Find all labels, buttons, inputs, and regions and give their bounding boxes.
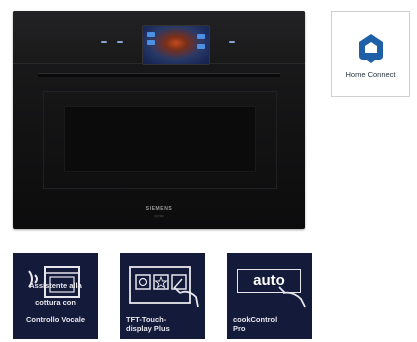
feature-caption: TFT-Touch- display Plus <box>126 315 170 333</box>
display-tile-icon <box>197 34 205 39</box>
oven-handle-gap <box>38 73 280 77</box>
feature-tile-tft-display: TFT-Touch- display Plus <box>120 253 205 339</box>
oven-door <box>43 91 277 189</box>
feature-tile-cookcontrol: auto cookControl Pro <box>227 253 312 339</box>
tft-touch-display-icon <box>129 266 199 308</box>
touch-indicator-icon <box>101 41 107 43</box>
feature-caption: Assistente alla cottura con Controllo Vo… <box>15 274 96 334</box>
home-connect-icon <box>359 34 383 63</box>
touch-indicator-icon <box>229 41 235 43</box>
feature-caption-line: cottura con <box>35 298 76 307</box>
oven-product-image: SIEMENS iQ700 <box>13 11 305 229</box>
feature-caption-line: Assistente alla <box>29 281 82 290</box>
cook-control-hand-icon <box>278 286 306 308</box>
display-tile-icon <box>197 44 205 49</box>
display-tile-icon <box>147 40 155 45</box>
feature-caption-line: Controllo Vocale <box>25 315 86 324</box>
feature-tile-voice-assistant: Assistente alla cottura con Controllo Vo… <box>13 253 98 339</box>
home-connect-label: Home Connect <box>345 70 396 79</box>
home-connect-badge: Home Connect <box>331 11 410 97</box>
display-tile-icon <box>147 32 155 37</box>
oven-brand-logo: SIEMENS <box>145 206 173 212</box>
touch-indicator-icon <box>117 41 123 43</box>
feature-caption: cookControl Pro <box>233 315 278 333</box>
oven-door-window <box>64 106 256 172</box>
oven-tft-display <box>142 25 210 65</box>
oven-model-label: iQ700 <box>154 214 164 218</box>
